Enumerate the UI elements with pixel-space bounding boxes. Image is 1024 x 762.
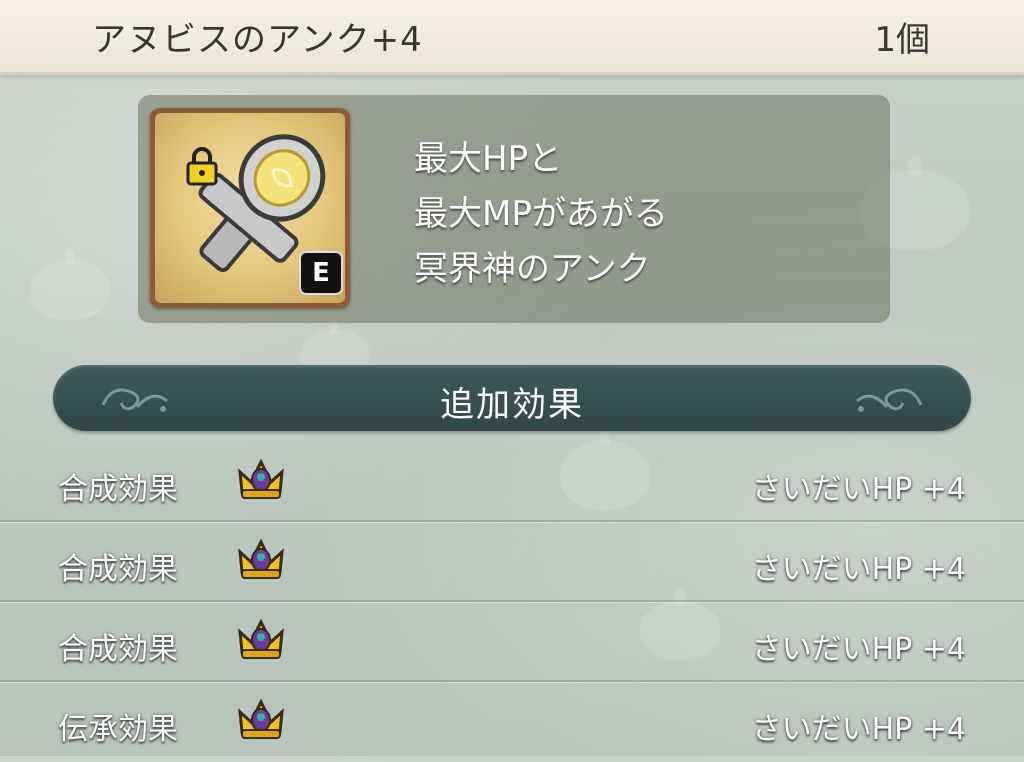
effect-value: さいだいHP +4: [751, 632, 966, 667]
item-name: アヌビスのアンク+4: [92, 20, 423, 60]
description-line: 最大MPがあがる: [414, 194, 668, 234]
effect-type-label: 伝承効果: [58, 712, 178, 747]
section-title: 追加効果: [440, 385, 584, 425]
item-icon-background: E: [155, 113, 345, 303]
effect-row: 合成効果 さいだいHP +4: [0, 522, 1024, 602]
description-line: 冥界神のアンク: [414, 249, 651, 289]
description-line: 最大HPと: [414, 139, 563, 179]
item-icon-frame[interactable]: E: [150, 108, 350, 308]
item-count: 1個: [874, 20, 930, 60]
effect-type-label: 合成効果: [58, 552, 178, 587]
effect-value: さいだいHP +4: [751, 712, 966, 747]
effect-value: さいだいHP +4: [751, 552, 966, 587]
background-slime: [30, 249, 110, 320]
item-description: 最大HPと 最大MPがあがる 冥界神のアンク: [414, 132, 854, 297]
item-title-bar: アヌビスのアンク+4 1個: [0, 0, 1024, 75]
additional-effects-header: 追加効果: [53, 365, 971, 431]
crown-icon: [238, 618, 284, 659]
effect-row: 伝承効果 さいだいHP +4: [0, 682, 1024, 762]
crown-icon: [238, 698, 284, 739]
lock-icon: [186, 147, 218, 186]
effect-row: 合成効果 さいだいHP +4: [0, 602, 1024, 682]
effect-row: 合成効果 さいだいHP +4: [0, 442, 1024, 522]
ornament-icon: [856, 388, 923, 412]
crown-icon: [238, 458, 284, 499]
effect-value: さいだいHP +4: [751, 472, 966, 507]
crown-icon: [238, 538, 284, 579]
effect-type-label: 合成効果: [58, 472, 178, 507]
effect-type-label: 合成効果: [58, 632, 178, 667]
equipped-badge: E: [299, 251, 343, 295]
